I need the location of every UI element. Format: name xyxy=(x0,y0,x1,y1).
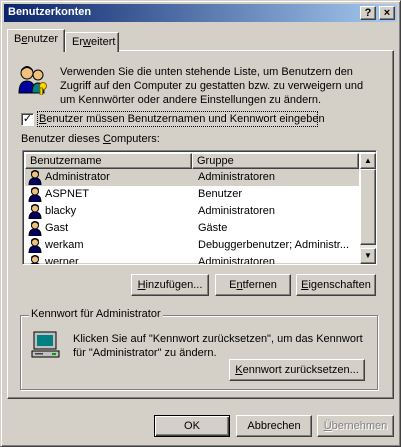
properties-button[interactable]: Eigenschaften xyxy=(296,274,376,296)
users-listview[interactable]: Benutzername Gruppe Administrator Admini… xyxy=(22,150,377,265)
password-text-line-1: Klicken Sie auf "Kennwort zurücksetzen",… xyxy=(73,333,363,345)
user-group: Administratoren xyxy=(198,256,276,265)
user-group: Gäste xyxy=(198,222,228,234)
users-list-label: Benutzer dieses Computers: xyxy=(21,133,160,145)
intro-text-line-2: Zugriff auf den Computer zu gestatten bz… xyxy=(60,80,364,92)
user-row-gast[interactable]: Gast Gäste xyxy=(25,220,359,237)
user-row-blacky[interactable]: blacky Administratoren xyxy=(25,203,359,220)
password-group-title: Kennwort für Administrator xyxy=(29,308,163,320)
computer-icon xyxy=(31,331,60,358)
user-icon xyxy=(28,204,42,219)
user-accounts-dialog: Benutzerkonten ? × Benutzer Erweitert Ve… xyxy=(0,0,401,447)
user-icon xyxy=(30,255,40,264)
user-name: werner xyxy=(45,256,79,265)
user-row-werkam[interactable]: werkam Debuggerbenutzer; Administr... xyxy=(25,237,359,254)
user-row-aspnet[interactable]: ASPNET Benutzer xyxy=(25,186,359,203)
cancel-button[interactable]: Abbrechen xyxy=(236,415,312,437)
close-button[interactable]: × xyxy=(379,6,395,20)
column-header-group[interactable]: Gruppe xyxy=(192,153,359,169)
add-user-button[interactable]: Hinzufügen... xyxy=(131,274,209,296)
tab-erweitert-label: Erweitert xyxy=(72,36,116,48)
user-icon xyxy=(28,221,42,236)
scroll-up-button[interactable]: ▲ xyxy=(360,153,376,169)
intro-text-line-3: um Kennwörter oder andere Einstellungen … xyxy=(60,94,322,106)
user-icon xyxy=(28,187,42,202)
ok-button[interactable]: OK xyxy=(154,415,230,437)
window-title: Benutzerkonten xyxy=(8,6,92,18)
apply-button[interactable]: Übernehmen xyxy=(317,415,394,437)
user-name: Gast xyxy=(45,222,69,234)
remove-user-button[interactable]: Entfernen xyxy=(215,274,291,296)
user-row-werner[interactable]: werner Administratoren xyxy=(25,254,359,265)
user-group: Administratoren xyxy=(198,205,276,217)
require-password-label[interactable]: Benutzer müssen Benutzernamen und Kennwo… xyxy=(39,112,325,126)
tab-benutzer-label: Benutzer xyxy=(14,33,59,45)
user-name: blacky xyxy=(45,205,77,217)
password-text-line-2: für "Administrator" zu ändern. xyxy=(73,347,217,359)
column-header-username[interactable]: Benutzername xyxy=(25,153,192,169)
user-name: ASPNET xyxy=(45,188,90,200)
user-row-administrator[interactable]: Administrator Administratoren xyxy=(25,169,359,186)
user-group: Benutzer xyxy=(198,188,243,200)
users-key-icon xyxy=(18,66,47,95)
user-icon xyxy=(28,170,42,185)
user-name: werkam xyxy=(45,239,84,251)
title-bar[interactable]: Benutzerkonten ? × xyxy=(4,4,397,22)
tab-erweitert[interactable]: Erweitert xyxy=(65,32,119,52)
tab-benutzer[interactable]: Benutzer xyxy=(7,29,65,52)
intro-text-line-1: Verwenden Sie die unten stehende Liste, … xyxy=(60,66,353,78)
require-password-checkbox[interactable]: ✓ xyxy=(21,113,34,126)
user-name: Administrator xyxy=(45,171,110,183)
users-list-scrollbar[interactable]: ▲ ▼ xyxy=(360,153,376,264)
scroll-down-button[interactable]: ▼ xyxy=(360,248,376,264)
user-group: Administratoren xyxy=(198,171,276,183)
reset-password-button[interactable]: Kennwort zurücksetzen... xyxy=(229,359,365,381)
help-button[interactable]: ? xyxy=(360,6,376,20)
scroll-thumb[interactable] xyxy=(360,169,376,245)
user-icon xyxy=(28,238,42,253)
user-group: Debuggerbenutzer; Administr... xyxy=(198,239,350,251)
